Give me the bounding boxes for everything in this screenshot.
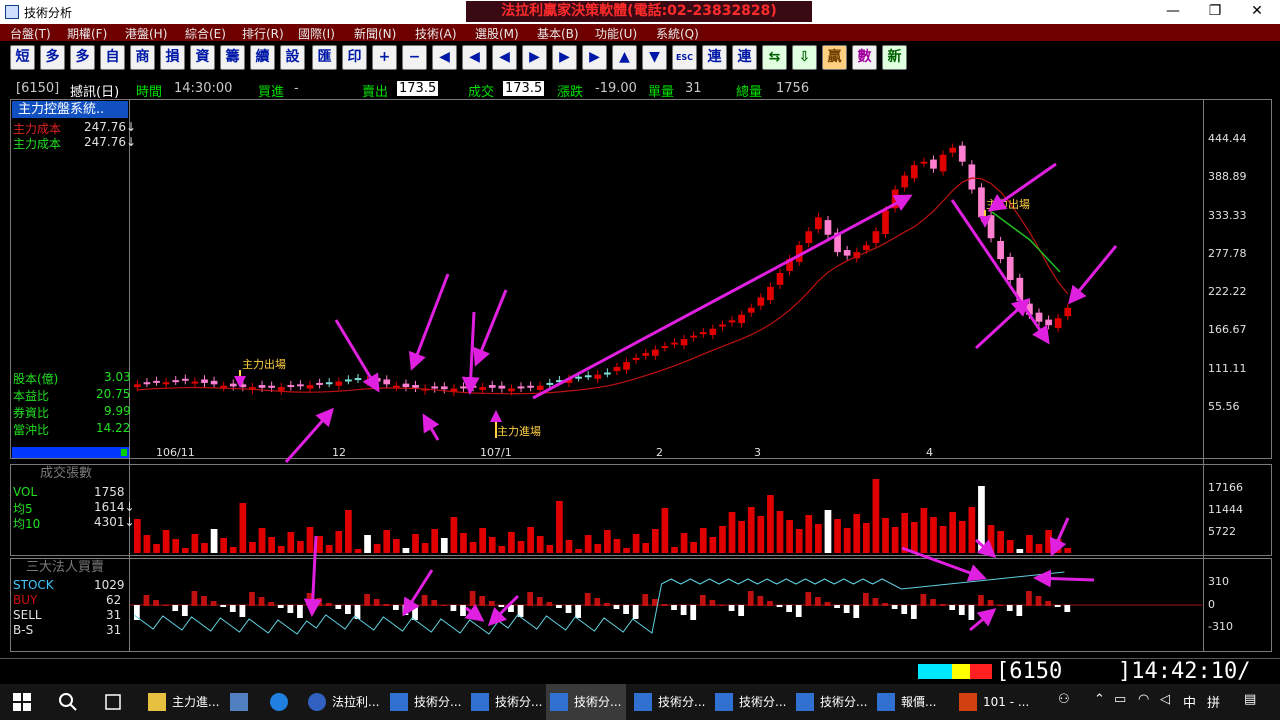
taskbar-item[interactable]: 報價... bbox=[873, 684, 936, 720]
status-time: ]14:42:10/ bbox=[1118, 659, 1251, 684]
annotation-arrow bbox=[487, 594, 520, 627]
annotation-arrow bbox=[532, 194, 913, 400]
taskbar-item-label: 101 - ... bbox=[983, 695, 1030, 709]
chart-icon bbox=[877, 693, 895, 711]
chart-icon bbox=[634, 693, 652, 711]
annotation-arrow bbox=[422, 413, 440, 441]
taskbar-item[interactable]: 技術分... bbox=[386, 684, 461, 720]
network-icon bbox=[230, 693, 248, 711]
annotation-arrow bbox=[969, 608, 997, 632]
annotation-arrow bbox=[987, 162, 1057, 212]
status-code: [6150 bbox=[996, 659, 1063, 684]
office-icon bbox=[959, 693, 977, 711]
people-icon[interactable]: ⚇ bbox=[1058, 692, 1070, 707]
annotation-arrow bbox=[464, 603, 485, 622]
wifi-icon[interactable]: ◠ bbox=[1138, 692, 1149, 707]
annotation-arrow bbox=[284, 407, 334, 463]
taskbar-item-label: 報價... bbox=[901, 695, 937, 709]
taskbar-item[interactable]: 主力進... bbox=[144, 684, 219, 720]
windows-start-icon[interactable] bbox=[12, 692, 32, 712]
annotation-arrow bbox=[975, 538, 997, 558]
folder-icon bbox=[148, 693, 166, 711]
annotation-arrow bbox=[402, 569, 434, 617]
annotation-arrow bbox=[334, 319, 380, 393]
ie-icon bbox=[270, 693, 288, 711]
taskbar-item-label: 技術分... bbox=[574, 695, 622, 709]
annotation-arrows bbox=[234, 162, 1118, 632]
taskbar-item-label: 法拉利... bbox=[332, 695, 380, 709]
taskbar-item[interactable]: 技術分... bbox=[792, 684, 867, 720]
taskbar-item[interactable]: 法拉利... bbox=[304, 684, 379, 720]
annotation-arrow bbox=[1068, 245, 1118, 305]
ime-indicator[interactable]: 中 bbox=[1183, 692, 1196, 711]
taskbar-item-label: 主力進... bbox=[172, 695, 220, 709]
chart-icon bbox=[390, 693, 408, 711]
taskbar-item[interactable]: 101 - ... bbox=[955, 684, 1029, 720]
battery-icon[interactable]: ▭ bbox=[1114, 692, 1126, 707]
annotation-arrow bbox=[901, 546, 987, 582]
task-view-icon[interactable] bbox=[103, 692, 123, 712]
taskbar-item[interactable]: 技術分... bbox=[467, 684, 542, 720]
chevron-up-icon[interactable]: ⌃ bbox=[1094, 692, 1105, 707]
taskbar-item[interactable]: 技術分... bbox=[546, 684, 626, 720]
search-icon[interactable] bbox=[58, 692, 78, 712]
chart-icon bbox=[796, 693, 814, 711]
taskbar-item-label: 技術分... bbox=[739, 695, 787, 709]
annotation-arrow bbox=[408, 273, 450, 371]
app-icon bbox=[308, 693, 326, 711]
annotation-arrow bbox=[461, 311, 480, 395]
annotation-arrow bbox=[1033, 569, 1095, 588]
taskbar-item[interactable]: 技術分... bbox=[711, 684, 786, 720]
annotation-arrow bbox=[950, 199, 1050, 345]
notification-icon[interactable]: ▤ bbox=[1244, 692, 1256, 707]
chart-icon bbox=[550, 693, 568, 711]
volume-icon[interactable]: ◁ bbox=[1160, 692, 1170, 707]
taskbar-item-label: 技術分... bbox=[495, 695, 543, 709]
annotation-arrow bbox=[974, 297, 1031, 350]
taskbar-item[interactable] bbox=[266, 684, 290, 720]
chart-icon bbox=[471, 693, 489, 711]
annotation-arrow bbox=[473, 289, 508, 367]
taskbar-item-label: 技術分... bbox=[414, 695, 462, 709]
chart-icon bbox=[715, 693, 733, 711]
taskbar-item-label: 技術分... bbox=[820, 695, 868, 709]
taskbar: 主力進... 法拉利... 技術分... 技術分... 技術分... 技術分..… bbox=[0, 684, 1280, 720]
taskbar-item[interactable]: 技術分... bbox=[630, 684, 705, 720]
annotation-arrow bbox=[1049, 517, 1070, 557]
taskbar-item[interactable] bbox=[226, 684, 250, 720]
taskbar-item-label: 技術分... bbox=[658, 695, 706, 709]
status-bar bbox=[0, 658, 1280, 684]
status-color-indicator bbox=[918, 664, 994, 679]
lang-indicator[interactable]: 拼 bbox=[1207, 692, 1220, 711]
annotation-arrow bbox=[303, 535, 322, 617]
